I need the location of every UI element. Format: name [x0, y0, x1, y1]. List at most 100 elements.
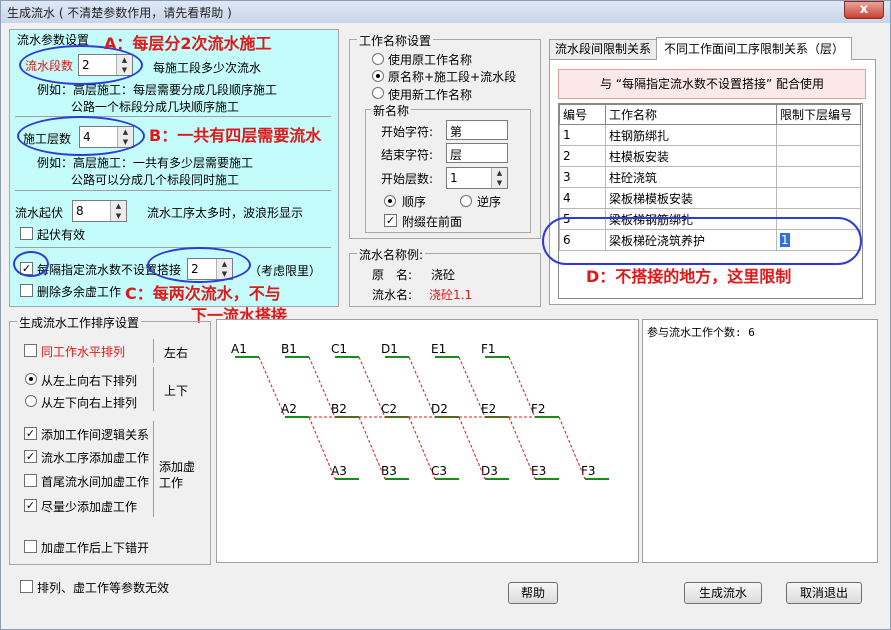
spin-up-icon[interactable]: ▲ — [111, 201, 126, 211]
diagram-dependency-line — [508, 416, 536, 480]
sort-option-2-radio[interactable] — [25, 395, 37, 407]
dialog-window: 生成流水 ( 不清楚参数作用，请先看帮助 ) x 流水参数设置 流水段数 2 ▲… — [0, 0, 891, 630]
diagram-dependency-line — [408, 356, 436, 418]
cell-limit[interactable] — [776, 145, 861, 167]
end-char-label: 结束字符: — [381, 148, 434, 162]
tab-segment-limit[interactable]: 流水段间限制关系 — [549, 39, 657, 59]
cell-work-name: 柱砼浇筑 — [605, 166, 777, 188]
add-virtual-label: 添加虚工作 — [159, 460, 196, 490]
diagram-node-label: A1 — [231, 342, 247, 356]
cell-no: 2 — [559, 145, 606, 167]
diagram-dependency-line — [358, 416, 386, 480]
annotation-oval-d — [542, 217, 862, 265]
delete-virtual-checkbox[interactable] — [20, 284, 33, 297]
annotation-oval-c1 — [13, 251, 49, 277]
close-button[interactable]: x — [844, 1, 884, 19]
annotation-a: A：每层分2次流水施工 — [104, 34, 272, 53]
rise-label: 流水起伏 — [15, 206, 64, 220]
flow-virtual-checkbox[interactable]: ✓ — [24, 450, 37, 463]
invalid-params-checkbox[interactable] — [20, 580, 33, 593]
floors-example-2: 公路可以分成几个标段同时施工 — [71, 173, 240, 187]
diagram-dependency-line — [308, 356, 336, 418]
segments-example-2: 公路一个标段分成几块顺序施工 — [71, 100, 240, 114]
rise-valid-label: 起伏有效 — [37, 228, 86, 242]
example-orig-label: 原 名: — [372, 268, 413, 282]
start-floor-spinner[interactable]: 1 ▲ ▼ — [446, 167, 508, 189]
generate-button[interactable]: 生成流水 — [684, 582, 762, 604]
ud-label: 上下 — [164, 384, 189, 398]
count-label: 参与流水工作个数: 6 — [647, 326, 755, 339]
cell-no: 3 — [559, 166, 606, 188]
cancel-button[interactable]: 取消退出 — [786, 582, 862, 604]
rise-valid-checkbox[interactable] — [20, 227, 33, 240]
order-label: 顺序 — [402, 195, 427, 209]
header-limit: 限制下层编号 — [776, 104, 861, 125]
reverse-radio[interactable] — [460, 195, 472, 207]
stagger-checkbox[interactable] — [24, 540, 37, 553]
stagger-label: 加虚工作后上下错开 — [41, 541, 150, 555]
cell-work-name: 梁板梯模板安装 — [605, 187, 777, 209]
diagram-node-label: C3 — [431, 464, 447, 478]
annotation-b: B：一共有四层需要流水 — [149, 126, 322, 145]
naming-option-1-label: 使用原工作名称 — [388, 53, 473, 67]
table-row[interactable]: 1 柱钢筋绑扎 — [559, 124, 861, 146]
attach-checkbox[interactable]: ✓ — [384, 214, 397, 227]
invalid-params-label: 排列、虚工作等参数无效 — [37, 581, 170, 595]
same-level-label: 同工作水平排列 — [41, 345, 126, 359]
cell-limit[interactable] — [776, 187, 861, 209]
head-tail-virtual-checkbox[interactable] — [24, 474, 37, 487]
naming-option-2-label: 原名称+施工段+流水段 — [388, 70, 517, 84]
rise-spinner[interactable]: 8 ▲ ▼ — [72, 200, 127, 222]
rise-hint: 流水工序太多时，波浪形显示 — [147, 206, 304, 220]
cell-limit[interactable] — [776, 166, 861, 188]
sort-option-1-radio[interactable] — [25, 373, 37, 385]
diagram-dependency-line — [308, 416, 336, 480]
diagram-node-label: E3 — [531, 464, 546, 478]
title-bar: 生成流水 ( 不清楚参数作用，请先看帮助 ) x — [1, 1, 890, 23]
tab-floor-limit[interactable]: 不同工作面间工序限制关系（层） — [656, 37, 852, 60]
spin-down-icon[interactable]: ▼ — [492, 178, 507, 188]
limit-note: 与 “每隔指定流水数不设置搭接” 配合使用 — [558, 69, 866, 99]
same-level-checkbox[interactable] — [24, 344, 37, 357]
sort-option-2-label: 从左下向右上排列 — [41, 396, 138, 410]
start-char-input[interactable]: 第 — [446, 120, 508, 140]
table-row[interactable]: 4 梁板梯模板安装 — [559, 187, 861, 209]
cell-no: 4 — [559, 187, 606, 209]
cell-no: 1 — [559, 124, 606, 146]
diagram-dependency-line — [508, 356, 536, 418]
diagram-node-label: F3 — [581, 464, 596, 478]
minimize-virtual-checkbox[interactable]: ✓ — [24, 499, 37, 512]
annotation-oval-c2 — [147, 247, 251, 283]
naming-option-2-radio[interactable] — [372, 70, 384, 82]
flow-virtual-label: 流水工序添加虚工作 — [41, 451, 150, 465]
example-title: 流水名称例: — [357, 246, 426, 263]
naming-option-1-radio[interactable] — [372, 53, 384, 65]
diagram-dependency-line — [558, 416, 586, 480]
cell-work-name: 柱钢筋绑扎 — [605, 124, 777, 146]
diagram-node-label: E1 — [431, 342, 446, 356]
header-no: 编号 — [559, 104, 606, 125]
end-char-input[interactable]: 层 — [446, 143, 508, 163]
table-row[interactable]: 2 柱模板安装 — [559, 145, 861, 167]
sort-option-1-label: 从左上向右下排列 — [41, 374, 138, 388]
start-char-label: 开始字符: — [381, 125, 434, 139]
cell-limit[interactable] — [776, 124, 861, 146]
info-panel: 参与流水工作个数: 6 — [642, 319, 878, 563]
naming-option-3-radio[interactable] — [372, 87, 384, 99]
start-floor-label: 开始层数: — [381, 172, 434, 186]
attach-label: 附缀在前面 — [402, 215, 463, 229]
table-row[interactable]: 3 柱砼浇筑 — [559, 166, 861, 188]
help-button[interactable]: 帮助 — [508, 582, 558, 604]
new-name-title: 新名称 — [371, 102, 412, 119]
diagram-node-label: F1 — [481, 342, 496, 356]
logic-relation-checkbox[interactable]: ✓ — [24, 427, 37, 440]
lr-label: 左右 — [164, 346, 189, 360]
order-radio[interactable] — [384, 195, 396, 207]
interval-hint: （考虑限里） — [249, 264, 322, 278]
annotation-d: D：不搭接的地方，这里限制 — [586, 267, 792, 286]
annotation-c-line1: C：每两次流水，不与 — [125, 284, 281, 303]
spin-up-icon[interactable]: ▲ — [492, 168, 507, 178]
example-flow-value: 浇砼1.1 — [429, 288, 473, 302]
spin-down-icon[interactable]: ▼ — [111, 211, 126, 221]
annotation-oval-b — [17, 116, 145, 156]
